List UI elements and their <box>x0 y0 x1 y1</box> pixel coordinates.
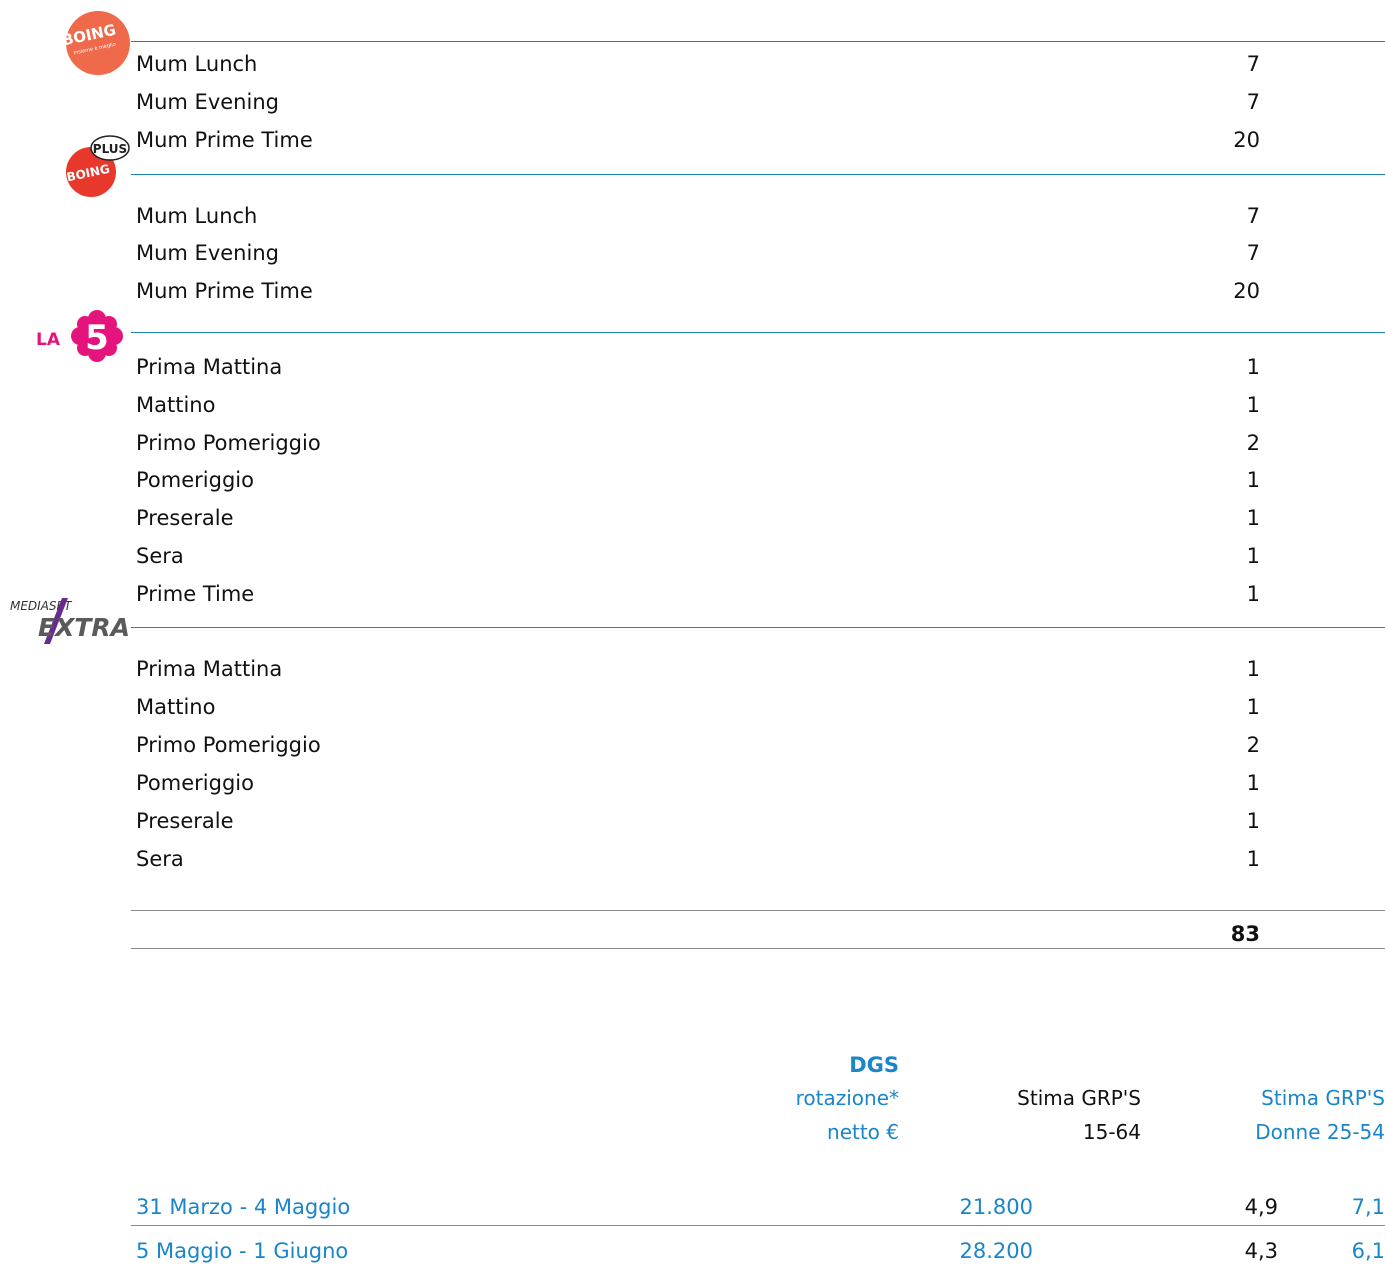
row-value: 1 <box>1246 355 1260 379</box>
section-divider <box>131 627 1385 628</box>
dgs-header: DGS <box>849 1053 899 1077</box>
row-label: Mattino <box>136 393 216 417</box>
table-row: Mattino 1 <box>136 689 1260 725</box>
pricing-row: 31 Marzo - 4 Maggio 21.800 4,9 7,1 <box>136 1189 1385 1225</box>
table-row: Pomeriggio 1 <box>136 462 1260 498</box>
total-value: 83 <box>1230 922 1260 946</box>
netto-header: netto € <box>827 1120 899 1144</box>
table-row: Pomeriggio 1 <box>136 765 1260 801</box>
grp-donne-header: Stima GRP'S <box>1261 1086 1385 1110</box>
row-value: 20 <box>1233 279 1260 303</box>
svg-text:PLUS: PLUS <box>93 142 127 156</box>
table-row: Preserale 1 <box>136 500 1260 536</box>
grp-1564-header: Stima GRP'S <box>1017 1086 1141 1110</box>
table-row: Prime Time 1 <box>136 576 1260 612</box>
row-value: 20 <box>1233 128 1260 152</box>
row-value: 1 <box>1246 695 1260 719</box>
grp-1564-range-header: 15-64 <box>1082 1120 1141 1144</box>
row-value: 1 <box>1246 809 1260 833</box>
grp-1564-value: 4,9 <box>1244 1195 1278 1219</box>
row-value: 7 <box>1246 241 1260 265</box>
row-label: Sera <box>136 544 184 568</box>
row-label: Prime Time <box>136 582 255 606</box>
svg-text:LA: LA <box>36 330 61 350</box>
row-value: 1 <box>1246 468 1260 492</box>
row-label: Preserale <box>136 809 234 833</box>
boing-logo: BOING Insieme è meglio <box>60 10 131 76</box>
period-label: 31 Marzo - 4 Maggio <box>136 1195 351 1219</box>
row-label: Mum Lunch <box>136 204 258 228</box>
section-divider <box>131 41 1385 42</box>
row-value: 1 <box>1246 393 1260 417</box>
table-row: Sera 1 <box>136 841 1260 877</box>
svg-text:EXTRA: EXTRA <box>38 613 128 642</box>
row-label: Prima Mattina <box>136 355 283 379</box>
row-value: 1 <box>1246 847 1260 871</box>
table-row: Mattino 1 <box>136 387 1260 423</box>
pricing-row: 5 Maggio - 1 Giugno 28.200 4,3 6,1 <box>136 1233 1385 1269</box>
period-label: 5 Maggio - 1 Giugno <box>136 1239 349 1263</box>
grp-donne-value: 6,1 <box>1351 1239 1385 1263</box>
boing-plus-logo: PLUS BOING <box>64 132 130 198</box>
row-label: Primo Pomeriggio <box>136 431 321 455</box>
row-label: Pomeriggio <box>136 771 254 795</box>
table-row: Primo Pomeriggio 2 <box>136 425 1260 461</box>
la5-logo: LA 5 <box>35 306 130 366</box>
row-label: Primo Pomeriggio <box>136 733 321 757</box>
grp-1564-value: 4,3 <box>1244 1239 1278 1263</box>
row-value: 2 <box>1246 733 1260 757</box>
grp-donne-range-header: Donne 25-54 <box>1255 1120 1385 1144</box>
row-value: 7 <box>1246 204 1260 228</box>
row-label: Mum Lunch <box>136 52 258 76</box>
row-value: 1 <box>1246 544 1260 568</box>
grp-donne-value: 7,1 <box>1351 1195 1385 1219</box>
table-row: Sera 1 <box>136 538 1260 574</box>
table-row: Mum Lunch 7 <box>136 198 1260 234</box>
rotazione-header: rotazione* <box>795 1086 899 1110</box>
row-label: Mattino <box>136 695 216 719</box>
total-divider-top <box>131 910 1385 911</box>
row-value: 1 <box>1246 657 1260 681</box>
table-row: Mum Lunch 7 <box>136 46 1260 82</box>
row-value: 1 <box>1246 771 1260 795</box>
pricing-divider <box>131 1225 1385 1226</box>
table-row: Preserale 1 <box>136 803 1260 839</box>
svg-text:5: 5 <box>85 318 109 358</box>
row-value: 2 <box>1246 431 1260 455</box>
row-label: Mum Evening <box>136 241 279 265</box>
row-label: Mum Prime Time <box>136 279 313 303</box>
price-value: 21.800 <box>959 1195 1033 1219</box>
row-value: 7 <box>1246 52 1260 76</box>
mediaset-extra-logo: MEDIASET EXTRA <box>8 592 130 650</box>
table-row: Prima Mattina 1 <box>136 349 1260 385</box>
row-label: Prima Mattina <box>136 657 283 681</box>
price-value: 28.200 <box>959 1239 1033 1263</box>
row-label: Mum Evening <box>136 90 279 114</box>
table-row: Mum Evening 7 <box>136 235 1260 271</box>
row-value: 7 <box>1246 90 1260 114</box>
table-row: Mum Prime Time 20 <box>136 273 1260 309</box>
row-label: Mum Prime Time <box>136 128 313 152</box>
row-label: Pomeriggio <box>136 468 254 492</box>
row-value: 1 <box>1246 582 1260 606</box>
table-row: Prima Mattina 1 <box>136 651 1260 687</box>
table-row: Mum Evening 7 <box>136 84 1260 120</box>
section-divider <box>131 332 1385 333</box>
row-label: Sera <box>136 847 184 871</box>
row-value: 1 <box>1246 506 1260 530</box>
section-divider <box>131 174 1385 175</box>
table-row: Mum Prime Time 20 <box>136 122 1260 158</box>
table-row: Primo Pomeriggio 2 <box>136 727 1260 763</box>
row-label: Preserale <box>136 506 234 530</box>
